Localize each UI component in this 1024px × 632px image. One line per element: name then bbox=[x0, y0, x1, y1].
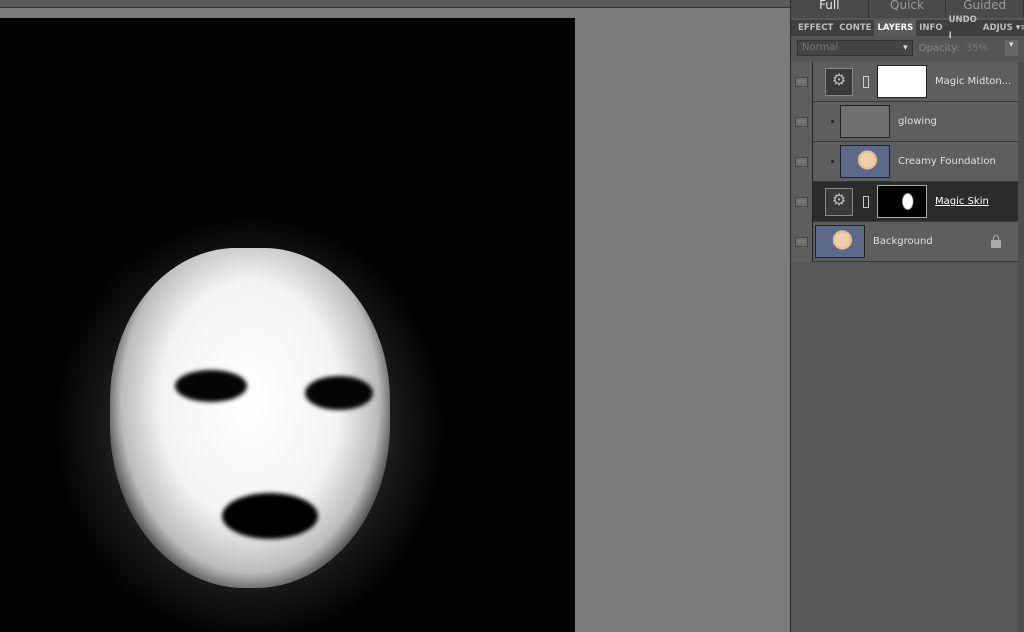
layer-mask-thumbnail bbox=[877, 185, 927, 218]
tab-content[interactable]: CONTE bbox=[836, 20, 874, 36]
layer-name: Background bbox=[873, 236, 933, 247]
layer-mask-thumbnail bbox=[877, 65, 927, 98]
tab-undo[interactable]: UNDO I bbox=[946, 12, 980, 44]
tab-info[interactable]: INFO bbox=[916, 20, 945, 36]
mode-tabs: Full Quick Guided bbox=[791, 0, 1024, 18]
layers-panel: Full Quick Guided EFFECT CONTE LAYERS IN… bbox=[790, 0, 1024, 632]
adjustment-gear-icon: ⚙ bbox=[825, 67, 853, 96]
blend-mode-select[interactable]: Normal bbox=[797, 40, 913, 56]
layer-row[interactable]: ◦◦ ⚙ Magic Midton... bbox=[791, 61, 1021, 102]
tab-adjustments[interactable]: ADJUS bbox=[980, 20, 1016, 36]
panel-menu-icon[interactable]: ▾≡ bbox=[1016, 23, 1024, 33]
lock-icon bbox=[991, 235, 1001, 248]
mask-link-icon[interactable] bbox=[863, 75, 869, 88]
options-bar bbox=[0, 0, 790, 8]
layer-name: Magic Midton... bbox=[935, 76, 1012, 87]
opacity-label: Opacity: bbox=[918, 42, 960, 54]
opacity-input[interactable]: 35% bbox=[966, 43, 999, 54]
layer-name: Creamy Foundation bbox=[898, 156, 996, 167]
layer-row-selected[interactable]: ◦◦ ⚙ Magic Skin bbox=[791, 181, 1021, 222]
canvas-area[interactable] bbox=[0, 0, 790, 632]
panel-tabs: EFFECT CONTE LAYERS INFO UNDO I ADJUS ▾≡ bbox=[791, 15, 1024, 41]
layer-row[interactable]: ◦◦ glowing bbox=[791, 101, 1021, 142]
document-image[interactable] bbox=[0, 18, 575, 632]
layer-thumbnail bbox=[840, 145, 890, 178]
layer-row[interactable]: ◦◦ Background bbox=[791, 221, 1021, 262]
mask-link-icon[interactable] bbox=[863, 195, 869, 208]
mode-quick[interactable]: Quick bbox=[869, 0, 947, 18]
mode-full[interactable]: Full bbox=[791, 0, 869, 18]
opacity-dropdown-button[interactable]: ▾ bbox=[1004, 40, 1018, 56]
visibility-eye-icon[interactable]: ◦◦ bbox=[795, 236, 808, 247]
layer-name: Magic Skin bbox=[935, 196, 989, 207]
clip-indicator-icon bbox=[831, 160, 834, 163]
tab-effects[interactable]: EFFECT bbox=[795, 20, 836, 36]
visibility-eye-icon[interactable]: ◦◦ bbox=[795, 156, 808, 167]
layer-options: Normal Opacity: 35% ▾ bbox=[791, 36, 1024, 60]
visibility-eye-icon[interactable]: ◦◦ bbox=[795, 196, 808, 207]
layer-row[interactable]: ◦◦ Creamy Foundation bbox=[791, 141, 1021, 182]
image-mouth bbox=[222, 493, 318, 539]
layers-scrollbar[interactable] bbox=[1018, 62, 1024, 632]
layer-thumbnail bbox=[815, 225, 865, 258]
visibility-eye-icon[interactable]: ◦◦ bbox=[795, 76, 808, 87]
image-eye-right bbox=[305, 376, 373, 410]
tab-layers[interactable]: LAYERS bbox=[874, 20, 917, 36]
adjustment-gear-icon: ⚙ bbox=[825, 187, 853, 216]
clip-indicator-icon bbox=[831, 120, 834, 123]
layer-thumbnail bbox=[840, 105, 890, 138]
layers-list: ◦◦ ⚙ Magic Midton... ◦◦ glowing ◦◦ Cream… bbox=[791, 61, 1021, 262]
visibility-eye-icon[interactable]: ◦◦ bbox=[795, 116, 808, 127]
layer-name: glowing bbox=[898, 116, 937, 127]
image-eye-left bbox=[175, 370, 247, 402]
